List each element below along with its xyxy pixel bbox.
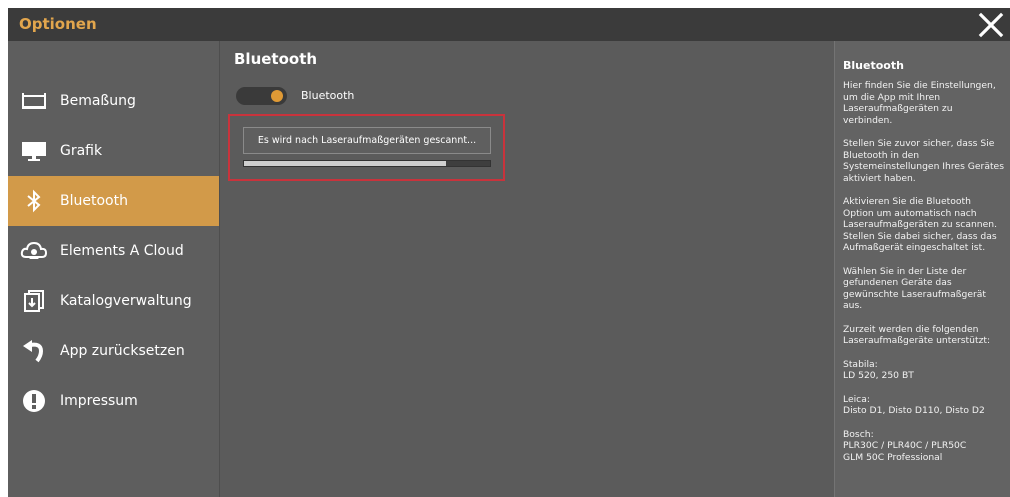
sidebar-item-label: Grafik [60,143,103,159]
sidebar-item-label: Impressum [60,393,138,409]
help-paragraph: Aktivieren Sie die Bluetooth Option um a… [843,196,997,253]
bluetooth-toggle[interactable] [236,87,287,105]
dimension-icon [20,87,48,115]
cloud-icon [20,237,48,265]
options-window: Optionen Bemaßung Grafik Bluetooth Eleme… [8,8,1010,497]
toggle-knob [271,90,283,102]
monitor-icon [20,137,48,165]
help-paragraph: Bosch: PLR30C / PLR40C / PLR50C GLM 50C … [843,428,967,463]
sidebar-item-katalogverwaltung[interactable]: Katalogverwaltung [8,276,219,326]
sidebar: Bemaßung Grafik Bluetooth Elements A Clo… [8,41,220,497]
close-icon[interactable] [976,10,1006,40]
main-panel: Bluetooth Bluetooth Es wird nach Laserau… [221,41,833,497]
sidebar-item-elements-a-cloud[interactable]: Elements A Cloud [8,226,219,276]
title-bar: Optionen [8,8,1010,41]
help-paragraph: Zurzeit werden die folgenden Laseraufmaß… [843,323,991,347]
window-title: Optionen [19,15,97,33]
sidebar-item-label: Bluetooth [60,193,128,209]
page-title: Bluetooth [234,50,318,68]
sidebar-item-label: App zurücksetzen [60,343,185,359]
help-paragraph: Stellen Sie zuvor sicher, dass Sie Bluet… [843,138,1004,184]
help-title: Bluetooth [843,59,904,72]
catalog-icon [20,287,48,315]
sidebar-item-bluetooth[interactable]: Bluetooth [8,176,219,226]
scan-status-panel: Es wird nach Laseraufmaßgeräten gescannt… [228,114,505,181]
sidebar-item-label: Bemaßung [60,93,136,109]
sidebar-item-app-zuruecksetzen[interactable]: App zurücksetzen [8,326,219,376]
info-icon [20,387,48,415]
help-panel: Bluetooth Hier finden Sie die Einstellun… [834,41,1010,497]
reset-icon [20,337,48,365]
sidebar-item-bemassung[interactable]: Bemaßung [8,76,219,126]
scan-progress-bar [243,160,491,167]
bluetooth-toggle-label: Bluetooth [301,89,355,102]
scan-status-button[interactable]: Es wird nach Laseraufmaßgeräten gescannt… [243,127,491,154]
sidebar-item-grafik[interactable]: Grafik [8,126,219,176]
help-paragraph: Hier finden Sie die Einstellungen, um di… [843,80,996,126]
scan-progress-fill [244,161,446,166]
sidebar-item-label: Katalogverwaltung [60,293,192,309]
help-paragraph: Wählen Sie in der Liste der gefundenen G… [843,265,986,312]
bluetooth-icon [20,187,48,215]
sidebar-item-label: Elements A Cloud [60,243,184,259]
help-paragraph: Stabila: LD 520, 250 BT [843,358,914,382]
help-paragraph: Leica: Disto D1, Disto D110, Disto D2 [843,393,985,417]
sidebar-item-impressum[interactable]: Impressum [8,376,219,426]
